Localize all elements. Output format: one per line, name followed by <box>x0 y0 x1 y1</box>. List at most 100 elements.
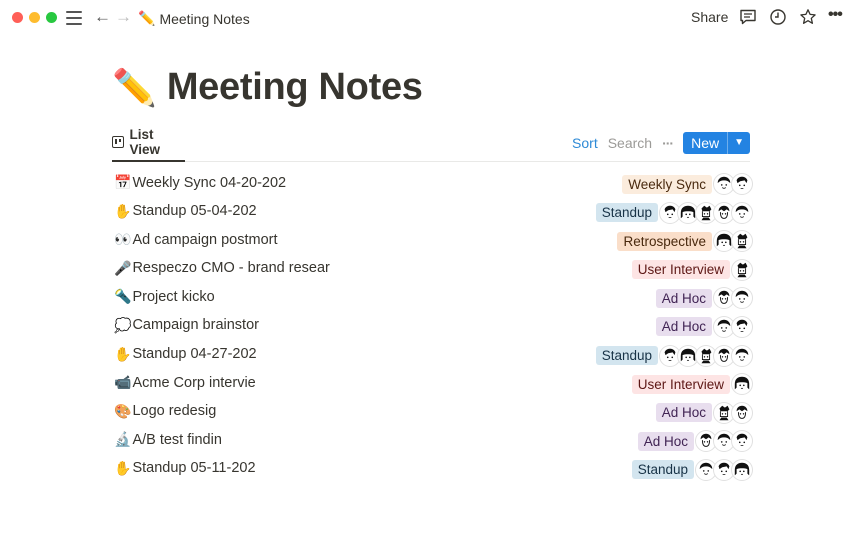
attendees-avatars[interactable] <box>714 231 752 252</box>
attendees-avatars[interactable] <box>714 174 752 194</box>
avatar[interactable] <box>732 459 752 480</box>
avatar[interactable] <box>660 345 680 366</box>
attendees-avatars[interactable] <box>696 459 752 480</box>
avatar[interactable] <box>714 402 734 423</box>
list-item-title[interactable]: ✋ Standup 04-27-202 <box>114 346 257 363</box>
avatar[interactable] <box>732 288 752 309</box>
attendees-avatars[interactable] <box>714 402 752 423</box>
chevron-down-icon[interactable]: ▼ <box>727 132 750 154</box>
avatar[interactable] <box>714 459 734 480</box>
list-item-title[interactable]: 📅 Weekly Sync 04-20-202 <box>114 174 286 191</box>
list-item-title[interactable]: 🔦 Project kicko <box>114 288 215 305</box>
avatar[interactable] <box>732 174 752 194</box>
meeting-type-tag[interactable]: Ad Hoc <box>655 403 712 423</box>
list-item[interactable]: 📅 Weekly Sync 04-20-202 Weekly Sync <box>112 170 752 199</box>
attendees-avatars[interactable] <box>714 316 752 337</box>
star-icon[interactable] <box>799 8 817 26</box>
list-item-title[interactable]: 🔬 A/B test findin <box>114 431 222 448</box>
sort-button[interactable]: Sort <box>572 135 598 151</box>
page-emoji-icon[interactable]: ✏️ <box>112 67 157 109</box>
avatar[interactable] <box>714 316 734 337</box>
list-item[interactable]: ✋ Standup 05-11-202 Standup <box>112 456 752 485</box>
meeting-type-tag[interactable]: Ad Hoc <box>637 431 694 451</box>
list-item[interactable]: 🎤 Respeczo CMO - brand resear User Intervi… <box>112 256 752 285</box>
comment-icon[interactable] <box>739 8 757 26</box>
attendees-avatars[interactable] <box>660 345 752 366</box>
page-emoji-icon: 🔬 <box>114 431 132 448</box>
zoom-window-button[interactable] <box>46 12 57 23</box>
minimize-window-button[interactable] <box>29 12 40 23</box>
avatar[interactable] <box>732 259 752 280</box>
list-item[interactable]: 👀 Ad campaign postmort Retrospective <box>112 227 752 256</box>
avatar[interactable] <box>714 431 734 452</box>
avatar[interactable] <box>732 374 752 395</box>
attendees-avatars[interactable] <box>732 374 752 395</box>
avatar[interactable] <box>714 174 734 194</box>
avatar[interactable] <box>732 316 752 337</box>
breadcrumb[interactable]: ✏️ Meeting Notes <box>138 10 250 27</box>
back-arrow-icon[interactable]: ← <box>94 7 111 27</box>
avatar[interactable] <box>732 345 752 366</box>
meeting-type-tag[interactable]: Standup <box>595 203 658 223</box>
meeting-type-tag[interactable]: Weekly Sync <box>622 174 712 194</box>
avatar[interactable] <box>678 345 698 366</box>
close-window-button[interactable] <box>12 12 23 23</box>
list-item[interactable]: ✋ Standup 04-27-202 Standup <box>112 342 752 371</box>
view-options-icon[interactable]: ··· <box>662 135 674 151</box>
avatar[interactable] <box>732 231 752 252</box>
avatar[interactable] <box>714 345 734 366</box>
share-button[interactable]: Share <box>691 9 728 25</box>
attendees-avatars[interactable] <box>660 202 752 223</box>
attendees-avatars[interactable] <box>696 431 752 452</box>
avatar[interactable] <box>696 202 716 223</box>
avatar[interactable] <box>696 345 716 366</box>
meeting-type-tag[interactable]: Ad Hoc <box>655 317 712 337</box>
meeting-type-tag[interactable]: Ad Hoc <box>655 288 712 308</box>
avatar[interactable] <box>732 202 752 223</box>
list-item-title[interactable]: 💭 Campaign brainstor <box>114 317 259 334</box>
avatar[interactable] <box>732 402 752 423</box>
search-button[interactable]: Search <box>608 135 652 151</box>
list-item-title[interactable]: 📹 Acme Corp intervie <box>114 374 256 391</box>
forward-arrow-icon[interactable]: → <box>115 7 132 27</box>
list-item-label: Acme Corp intervie <box>132 374 256 391</box>
avatar[interactable] <box>696 459 716 480</box>
list-item-title[interactable]: 🎤 Respeczo CMO - brand resear <box>114 260 330 277</box>
list-item[interactable]: 🎨 Logo redesig Ad Hoc <box>112 399 752 428</box>
view-tools: Sort Search ··· New ▼ <box>572 132 750 154</box>
avatar[interactable] <box>714 202 734 223</box>
avatar[interactable] <box>678 202 698 223</box>
meeting-type-tag[interactable]: Retrospective <box>617 231 712 251</box>
avatar[interactable] <box>714 231 734 252</box>
meeting-type-tag[interactable]: User Interview <box>631 260 730 280</box>
sidebar-menu-icon[interactable] <box>66 11 82 25</box>
list-item-title[interactable]: 👀 Ad campaign postmort <box>114 231 278 248</box>
more-options-icon[interactable]: ••• <box>828 6 846 24</box>
clock-icon[interactable] <box>769 8 787 26</box>
list-item[interactable]: 🔬 A/B test findin Ad Hoc <box>112 427 752 456</box>
list-item-label: Weekly Sync 04-20-202 <box>132 174 287 191</box>
list-item[interactable]: ✋ Standup 05-04-202 Standup <box>112 199 752 228</box>
avatar[interactable] <box>696 431 716 452</box>
meeting-type-tag[interactable]: Standup <box>631 460 694 480</box>
attendees-avatars[interactable] <box>714 288 752 309</box>
meeting-type-tag[interactable]: User Interview <box>631 374 730 394</box>
list-item-title[interactable]: ✋ Standup 05-04-202 <box>114 203 257 220</box>
avatar[interactable] <box>714 288 734 309</box>
list-item-title[interactable]: 🎨 Logo redesig <box>114 403 216 420</box>
avatar[interactable] <box>732 431 752 452</box>
list-item[interactable]: 💭 Campaign brainstor Ad Hoc <box>112 313 752 342</box>
new-button[interactable]: New ▼ <box>683 132 750 154</box>
list-item-title[interactable]: ✋ Standup 05-11-202 <box>114 460 256 477</box>
list-item-properties: User Interview <box>631 259 752 280</box>
list-item[interactable]: 🔦 Project kicko Ad Hoc <box>112 284 752 313</box>
new-button-label[interactable]: New <box>683 132 727 154</box>
avatar[interactable] <box>660 202 680 223</box>
meeting-type-tag[interactable]: Standup <box>595 346 658 366</box>
list-item-label: Standup 05-04-202 <box>132 203 257 220</box>
list-item[interactable]: 📹 Acme Corp intervie User Interview <box>112 370 752 399</box>
list-item-label: Campaign brainstor <box>132 317 259 334</box>
tab-list-view[interactable]: List View <box>112 127 185 162</box>
attendees-avatars[interactable] <box>732 259 752 280</box>
page-title[interactable]: Meeting Notes <box>167 66 423 109</box>
